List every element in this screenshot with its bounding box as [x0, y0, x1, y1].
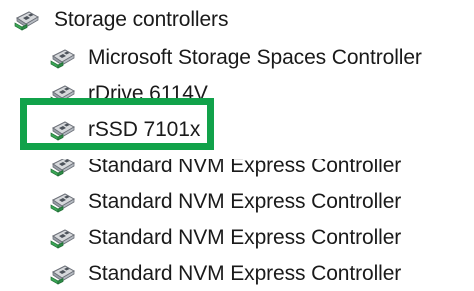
- device-label: rSSD 7101x: [88, 118, 201, 141]
- device-tree: Storage controllers Microsoft Storage Sp…: [0, 0, 474, 290]
- tree-item-storage-spaces[interactable]: Microsoft Storage Spaces Controller: [50, 41, 422, 75]
- device-label: rDrive 6114V: [88, 82, 208, 105]
- tree-item-rdrive[interactable]: rDrive 6114V: [50, 77, 208, 105]
- tree-item-nvme[interactable]: Standard NVM Express Controller: [50, 185, 401, 219]
- tree-category-storage-controllers[interactable]: Storage controllers: [14, 3, 228, 37]
- tree-item-nvme[interactable]: Standard NVM Express Controller: [50, 154, 402, 183]
- category-label: Storage controllers: [54, 8, 229, 31]
- tree-item-rssd[interactable]: rSSD 7101x: [50, 113, 200, 147]
- device-label: Standard NVM Express Controller: [88, 262, 402, 285]
- device-label: Standard NVM Express Controller: [88, 190, 402, 213]
- storage-controller-icon: [50, 191, 76, 213]
- storage-controller-icon: [14, 9, 40, 31]
- device-label: Microsoft Storage Spaces Controller: [88, 46, 422, 69]
- storage-controller-icon: [50, 83, 76, 105]
- storage-controller-icon: [50, 47, 76, 69]
- storage-controller-icon: [50, 263, 76, 285]
- device-label: Standard NVM Express Controller: [88, 226, 402, 249]
- tree-item-nvme[interactable]: Standard NVM Express Controller: [50, 257, 401, 291]
- tree-item-nvme[interactable]: Standard NVM Express Controller: [50, 221, 401, 255]
- storage-controller-icon: [50, 155, 76, 177]
- storage-controller-icon: [50, 119, 76, 141]
- storage-controller-icon: [50, 227, 76, 249]
- device-label: Standard NVM Express Controller: [88, 154, 402, 177]
